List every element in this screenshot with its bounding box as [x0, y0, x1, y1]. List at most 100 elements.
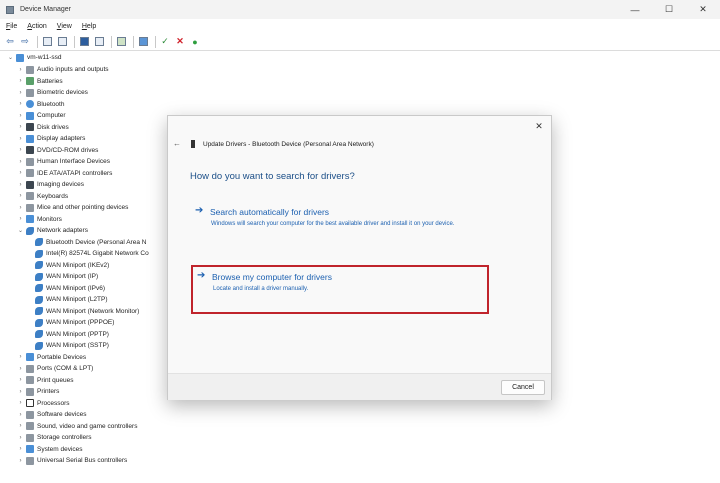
chevron-right-icon[interactable]: ›	[17, 78, 24, 84]
tree-item-label: WAN Miniport (SSTP)	[46, 342, 109, 349]
tree-item-label: WAN Miniport (L2TP)	[46, 296, 108, 303]
tree-item-network-adapters[interactable]: ⌄ Network adapters	[17, 225, 88, 236]
chevron-right-icon[interactable]: ›	[17, 147, 24, 153]
chevron-right-icon[interactable]: ›	[17, 101, 24, 107]
menu-action[interactable]: Action	[27, 23, 46, 30]
tree-item-imaging[interactable]: › Imaging devices	[17, 179, 84, 190]
chevron-right-icon[interactable]: ›	[17, 435, 24, 441]
minimize-button[interactable]: —	[618, 0, 652, 19]
chevron-right-icon[interactable]: ›	[17, 170, 24, 176]
search-automatically-option[interactable]: ➔ Search automatically for drivers Windo…	[191, 202, 489, 248]
chevron-right-icon[interactable]: ›	[17, 90, 24, 96]
chevron-right-icon[interactable]: ›	[17, 400, 24, 406]
tree-item-disk-drives[interactable]: › Disk drives	[17, 122, 69, 133]
tree-child-wan-netmon[interactable]: WAN Miniport (Network Monitor)	[33, 306, 139, 317]
display-icon[interactable]	[137, 36, 149, 48]
tree-root[interactable]: ⌄ vm-w11-ssd	[7, 52, 62, 63]
tree-item-ide[interactable]: › IDE ATA/ATAPI controllers	[17, 168, 112, 179]
chevron-right-icon[interactable]: ›	[17, 458, 24, 464]
chevron-right-icon[interactable]: ›	[17, 216, 24, 222]
tree-item-hid[interactable]: › Human Interface Devices	[17, 156, 110, 167]
chevron-right-icon[interactable]: ›	[17, 136, 24, 142]
tree-item-batteries[interactable]: › Batteries	[17, 76, 63, 87]
tree-child-wan-pppoe[interactable]: WAN Miniport (PPPOE)	[33, 317, 114, 328]
tree-item-usb[interactable]: › Universal Serial Bus controllers	[17, 455, 127, 466]
chevron-right-icon[interactable]: ›	[17, 113, 24, 119]
tree-item-audio[interactable]: › Audio inputs and outputs	[17, 64, 109, 75]
help-icon[interactable]	[78, 36, 90, 48]
tree-item-software[interactable]: › Software devices	[17, 409, 87, 420]
tree-child-bluetooth-pan[interactable]: Bluetooth Device (Personal Area N	[33, 237, 146, 248]
chevron-right-icon[interactable]: ›	[17, 159, 24, 165]
tree-child-wan-sstp[interactable]: WAN Miniport (SSTP)	[33, 340, 109, 351]
tree-item-system[interactable]: › System devices	[17, 444, 83, 455]
menu-view[interactable]: View	[57, 23, 72, 30]
tree-item-keyboards[interactable]: › Keyboards	[17, 191, 68, 202]
back-arrow-icon[interactable]: ←	[173, 139, 181, 148]
cancel-button[interactable]: Cancel	[501, 380, 545, 395]
back-arrow-icon[interactable]: ⇦	[4, 36, 16, 48]
update-driver-icon[interactable]	[115, 36, 127, 48]
chevron-down-icon[interactable]: ⌄	[7, 54, 14, 61]
tree-item-biometric[interactable]: › Biometric devices	[17, 87, 88, 98]
biometric-icon	[26, 88, 34, 97]
tree-item-storage[interactable]: › Storage controllers	[17, 432, 92, 443]
tree-item-monitors[interactable]: › Monitors	[17, 214, 62, 225]
tree-item-label: IDE ATA/ATAPI controllers	[37, 169, 113, 177]
tree-item-sound[interactable]: › Sound, video and game controllers	[17, 421, 137, 432]
tree-child-wan-l2tp[interactable]: WAN Miniport (L2TP)	[33, 294, 108, 305]
tree-child-wan-ikev2[interactable]: WAN Miniport (IKEv2)	[33, 260, 109, 271]
close-icon[interactable]: ✕	[533, 120, 545, 132]
menu-action-rest: ction	[31, 22, 47, 30]
show-hide-console-tree-icon[interactable]	[41, 36, 53, 48]
chevron-right-icon[interactable]: ›	[17, 389, 24, 395]
chevron-right-icon[interactable]: ›	[17, 423, 24, 429]
arrow-right-icon: ➔	[195, 205, 204, 216]
tree-item-dvd[interactable]: › DVD/CD-ROM drives	[17, 145, 98, 156]
maximize-button[interactable]: ☐	[652, 0, 686, 19]
bluetooth-icon	[26, 100, 34, 108]
menu-help[interactable]: Help	[82, 23, 96, 30]
tree-item-processors[interactable]: › Processors	[17, 398, 70, 409]
tree-item-ports[interactable]: › Ports (COM & LPT)	[17, 363, 93, 374]
tree-child-wan-ip[interactable]: WAN Miniport (IP)	[33, 271, 98, 282]
tree-child-wan-ipv6[interactable]: WAN Miniport (IPv6)	[33, 283, 105, 294]
chevron-right-icon[interactable]: ›	[17, 67, 24, 73]
update-drivers-dialog: ✕ ← Update Drivers - Bluetooth Device (P…	[167, 115, 552, 400]
properties-icon[interactable]	[56, 36, 68, 48]
uninstall-device-icon[interactable]: ✕	[174, 36, 186, 48]
chevron-right-icon[interactable]: ›	[17, 446, 24, 452]
tree-item-bluetooth[interactable]: › Bluetooth	[17, 99, 64, 110]
tree-item-print-queues[interactable]: › Print queues	[17, 375, 74, 386]
chevron-right-icon[interactable]: ›	[17, 182, 24, 188]
network-adapter-icon	[35, 238, 43, 246]
printer-icon	[26, 376, 34, 384]
tree-item-portable[interactable]: › Portable Devices	[17, 352, 86, 363]
mouse-icon	[26, 203, 34, 212]
tree-item-computer[interactable]: › Computer	[17, 110, 66, 121]
tree-child-wan-pptp[interactable]: WAN Miniport (PPTP)	[33, 329, 109, 340]
scan-hardware-changes-icon[interactable]: ✓	[159, 36, 171, 48]
network-adapter-icon	[26, 226, 34, 235]
tree-item-label: Portable Devices	[37, 353, 87, 361]
chevron-down-icon[interactable]: ⌄	[17, 227, 24, 234]
tree-item-printers[interactable]: › Printers	[17, 386, 59, 397]
chevron-right-icon[interactable]: ›	[17, 366, 24, 372]
tree-item-display-adapters[interactable]: › Display adapters	[17, 133, 85, 144]
chevron-right-icon[interactable]: ›	[17, 205, 24, 211]
menu-file[interactable]: File	[6, 23, 17, 30]
forward-arrow-icon[interactable]: ⇨	[19, 36, 31, 48]
chevron-right-icon[interactable]: ›	[17, 412, 24, 418]
chevron-right-icon[interactable]: ›	[17, 193, 24, 199]
tree-child-intel-nic[interactable]: Intel(R) 82574L Gigabit Network Co	[33, 248, 149, 259]
chevron-right-icon[interactable]: ›	[17, 377, 24, 383]
close-window-button[interactable]: ✕	[686, 0, 720, 19]
tree-item-mice[interactable]: › Mice and other pointing devices	[17, 202, 128, 213]
title-bar: Device Manager — ☐ ✕	[0, 0, 720, 19]
chevron-right-icon[interactable]: ›	[17, 354, 24, 360]
chevron-right-icon[interactable]: ›	[17, 124, 24, 130]
browse-my-computer-option[interactable]: ➔ Browse my computer for drivers Locate …	[191, 265, 489, 314]
hid-icon	[26, 157, 34, 166]
enable-device-icon[interactable]: ●	[189, 36, 201, 48]
action-pane-icon[interactable]	[93, 36, 105, 48]
